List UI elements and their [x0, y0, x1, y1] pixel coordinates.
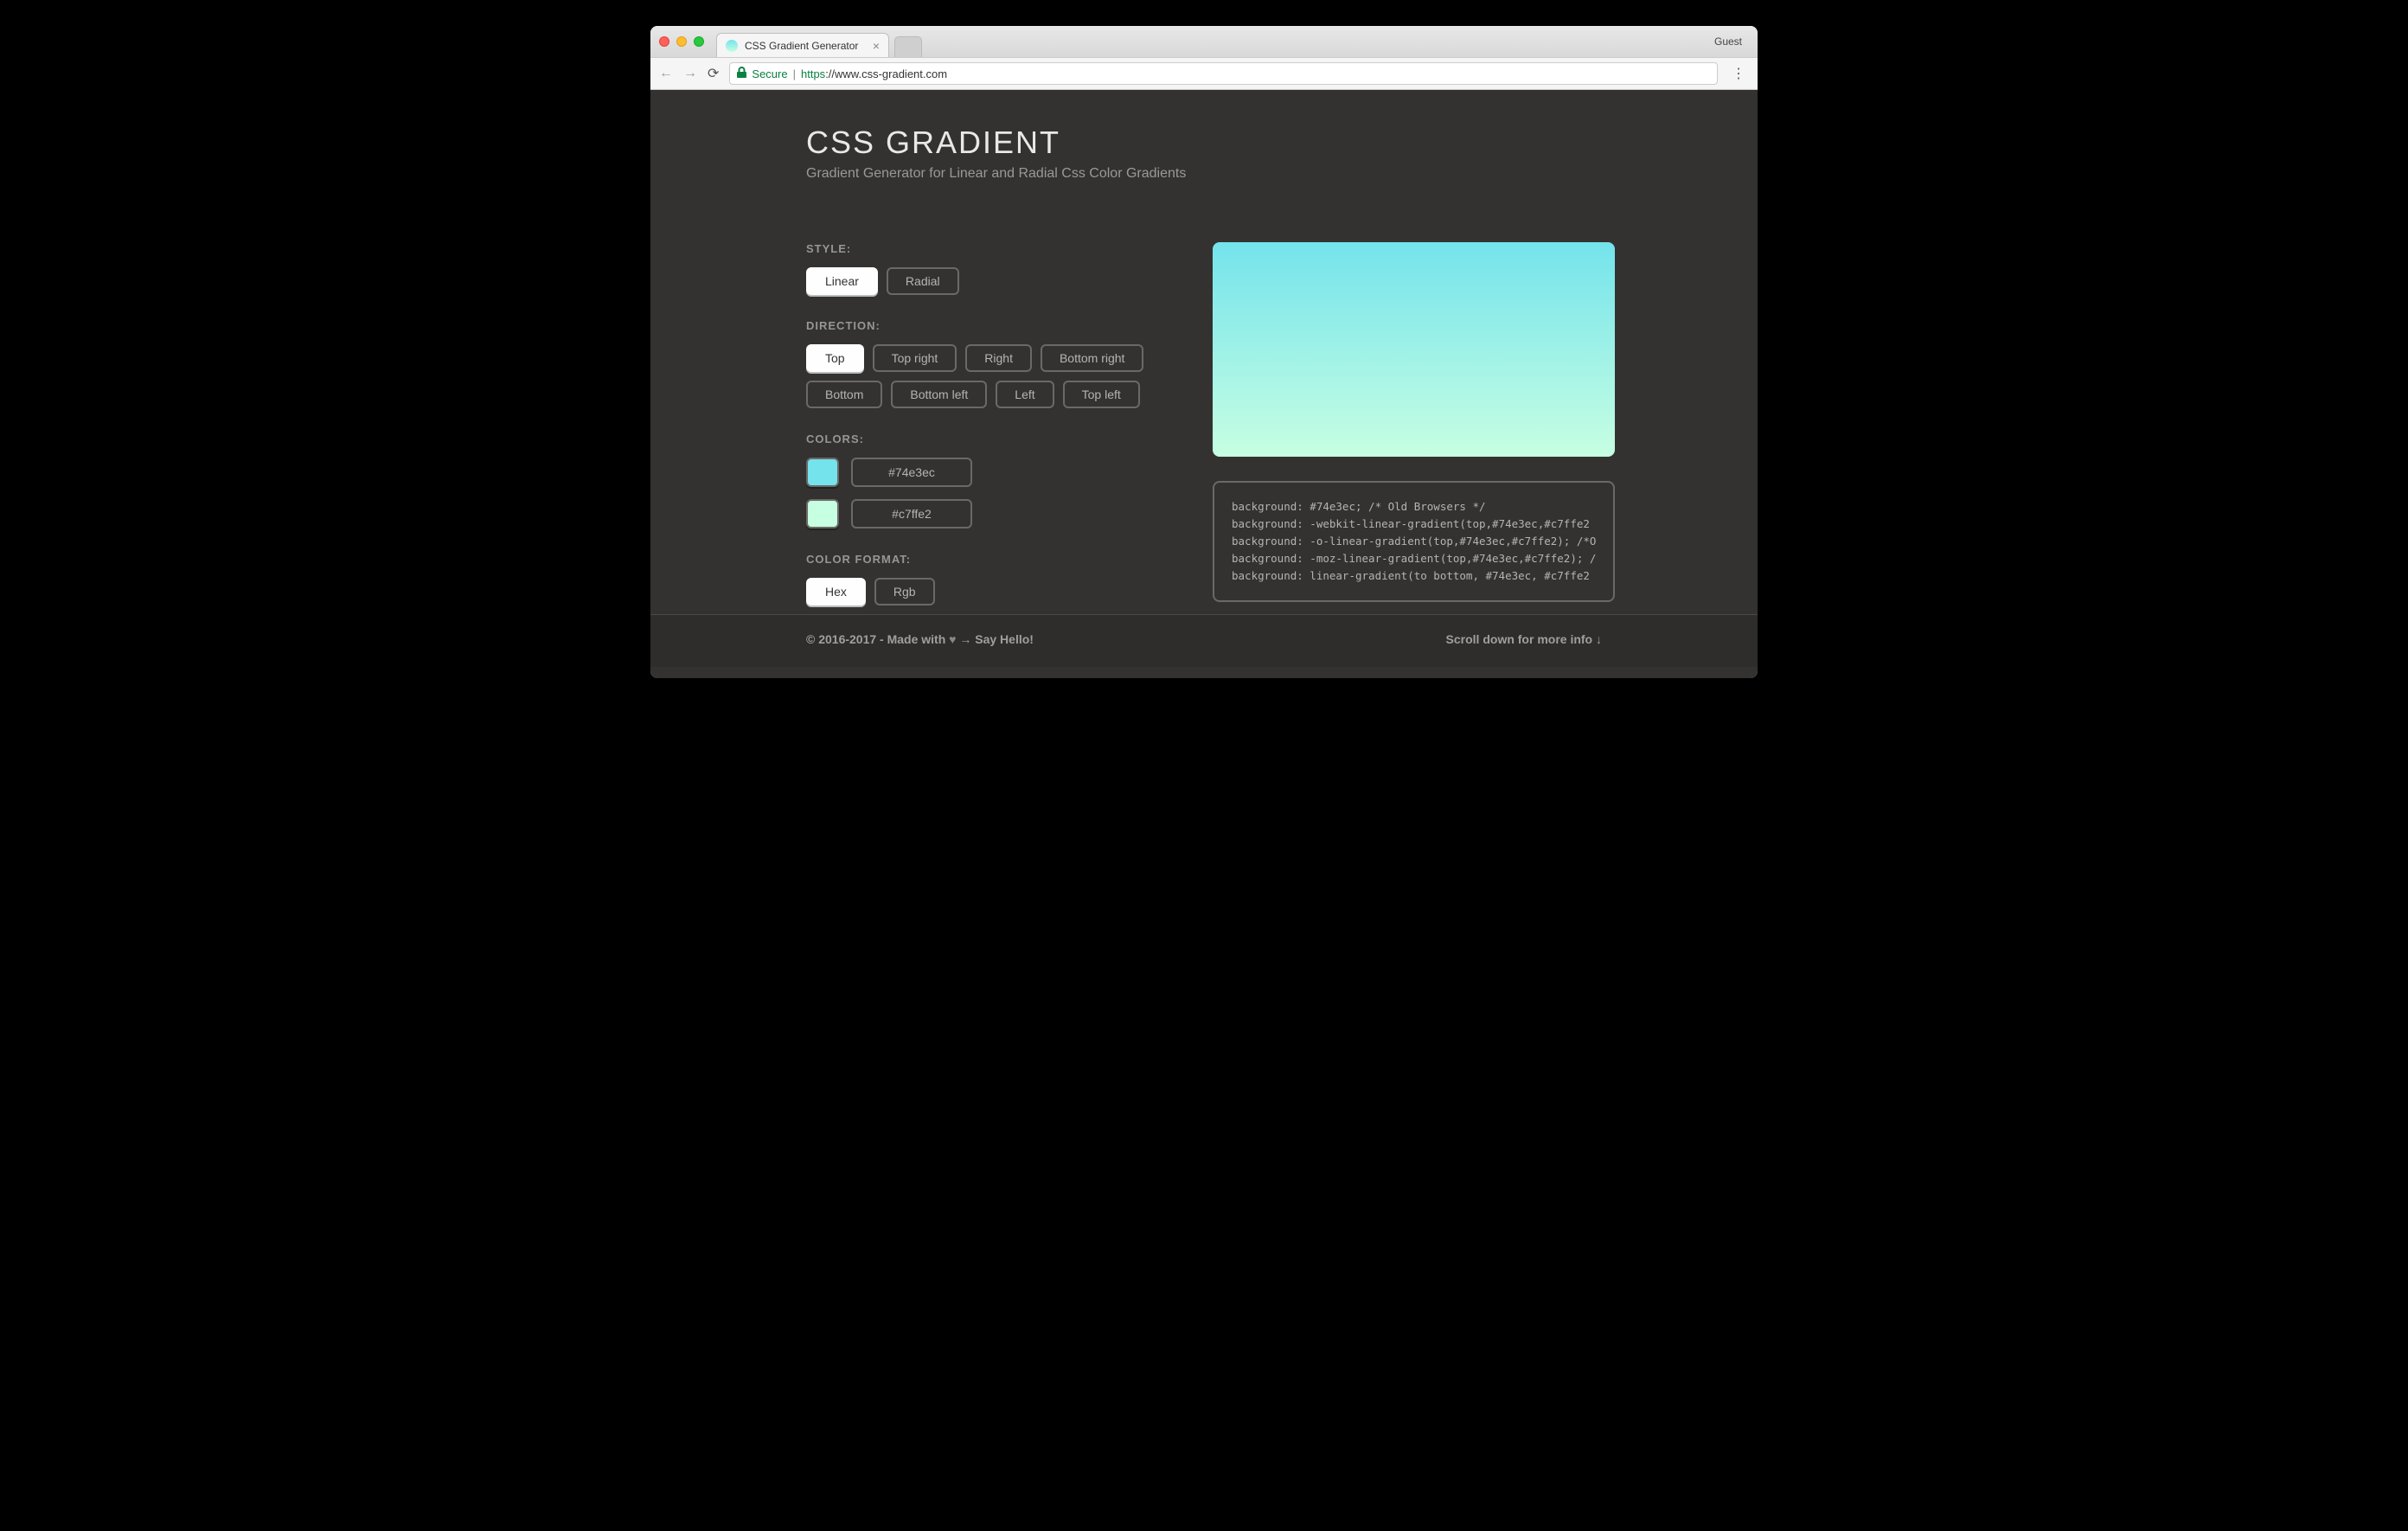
- address-bar[interactable]: Secure | https://www.css-gradient.com: [729, 62, 1718, 85]
- colors-label: COLORS:: [806, 432, 1169, 445]
- titlebar: CSS Gradient Generator × Guest: [650, 26, 1758, 57]
- color-1-row: [806, 458, 1169, 487]
- maximize-window-button[interactable]: [694, 36, 704, 47]
- color-2-input[interactable]: [851, 499, 972, 528]
- footer-left: © 2016-2017 - Made with ♥ → Say Hello!: [806, 632, 1034, 646]
- direction-label: DIRECTION:: [806, 319, 1169, 332]
- direction-left-button[interactable]: Left: [996, 381, 1054, 408]
- direction-top-right-button[interactable]: Top right: [873, 344, 957, 372]
- format-label: COLOR FORMAT:: [806, 553, 1169, 566]
- page: CSS GRADIENT Gradient Generator for Line…: [650, 90, 1758, 678]
- minimize-window-button[interactable]: [676, 36, 687, 47]
- code-line: background: -webkit-linear-gradient(top,…: [1232, 517, 1590, 530]
- style-linear-button[interactable]: Linear: [806, 267, 878, 295]
- back-icon[interactable]: ←: [659, 66, 673, 81]
- direction-bottom-right-button[interactable]: Bottom right: [1041, 344, 1143, 372]
- lock-icon: [737, 67, 746, 80]
- format-options: Hex Rgb: [806, 578, 1169, 605]
- browser-window: CSS Gradient Generator × Guest ← → ⟳ Sec…: [650, 26, 1758, 678]
- close-tab-icon[interactable]: ×: [873, 40, 880, 52]
- browser-tab[interactable]: CSS Gradient Generator ×: [716, 33, 889, 57]
- page-subtitle: Gradient Generator for Linear and Radial…: [806, 166, 1602, 182]
- main-layout: STYLE: Linear Radial DIRECTION: Top Top …: [806, 242, 1602, 605]
- controls-panel: STYLE: Linear Radial DIRECTION: Top Top …: [806, 242, 1169, 605]
- format-hex-button[interactable]: Hex: [806, 578, 866, 605]
- gradient-preview: [1213, 242, 1615, 457]
- reload-icon[interactable]: ⟳: [708, 65, 719, 82]
- code-line: background: -o-linear-gradient(top,#74e3…: [1232, 535, 1596, 548]
- color-1-swatch[interactable]: [806, 458, 839, 487]
- close-window-button[interactable]: [659, 36, 669, 47]
- style-radial-button[interactable]: Radial: [887, 267, 959, 295]
- page-title: CSS GRADIENT: [806, 125, 1602, 161]
- code-line: background: #74e3ec; /* Old Browsers */: [1232, 500, 1486, 513]
- forward-icon[interactable]: →: [683, 66, 697, 81]
- url: https://www.css-gradient.com: [801, 67, 947, 80]
- color-1-input[interactable]: [851, 458, 972, 487]
- direction-bottom-left-button[interactable]: Bottom left: [891, 381, 987, 408]
- color-2-row: [806, 499, 1169, 528]
- code-line: background: linear-gradient(to bottom, #…: [1232, 569, 1590, 582]
- direction-top-button[interactable]: Top: [806, 344, 864, 372]
- browser-menu-icon[interactable]: ⋮: [1728, 65, 1749, 82]
- footer-scroll-hint: Scroll down for more info ↓: [1446, 632, 1602, 646]
- code-line: background: -moz-linear-gradient(top,#74…: [1232, 552, 1596, 565]
- separator: |: [793, 67, 796, 80]
- direction-top-left-button[interactable]: Top left: [1063, 381, 1140, 408]
- format-rgb-button[interactable]: Rgb: [874, 578, 935, 605]
- footer: © 2016-2017 - Made with ♥ → Say Hello! S…: [650, 614, 1758, 667]
- url-rest: ://www.css-gradient.com: [825, 67, 947, 80]
- preview-panel: background: #74e3ec; /* Old Browsers */ …: [1213, 242, 1615, 605]
- css-output[interactable]: background: #74e3ec; /* Old Browsers */ …: [1213, 481, 1615, 602]
- direction-right-button[interactable]: Right: [965, 344, 1032, 372]
- tab-strip: CSS Gradient Generator ×: [716, 26, 1714, 57]
- style-label: STYLE:: [806, 242, 1169, 255]
- tab-title: CSS Gradient Generator: [745, 40, 866, 52]
- browser-toolbar: ← → ⟳ Secure | https://www.css-gradient.…: [650, 57, 1758, 90]
- new-tab-button[interactable]: [894, 36, 922, 57]
- color-2-swatch[interactable]: [806, 499, 839, 528]
- window-controls: [659, 36, 704, 47]
- footer-copyright: © 2016-2017 - Made with: [806, 632, 949, 646]
- direction-bottom-button[interactable]: Bottom: [806, 381, 882, 408]
- url-protocol: https: [801, 67, 825, 80]
- favicon-icon: [726, 40, 738, 52]
- content-container: CSS GRADIENT Gradient Generator for Line…: [806, 125, 1602, 605]
- secure-label: Secure: [752, 67, 787, 80]
- profile-label[interactable]: Guest: [1714, 35, 1749, 48]
- style-options: Linear Radial: [806, 267, 1169, 295]
- direction-options: Top Top right Right Bottom right Bottom …: [806, 344, 1169, 408]
- footer-say-hello[interactable]: → Say Hello!: [956, 632, 1033, 646]
